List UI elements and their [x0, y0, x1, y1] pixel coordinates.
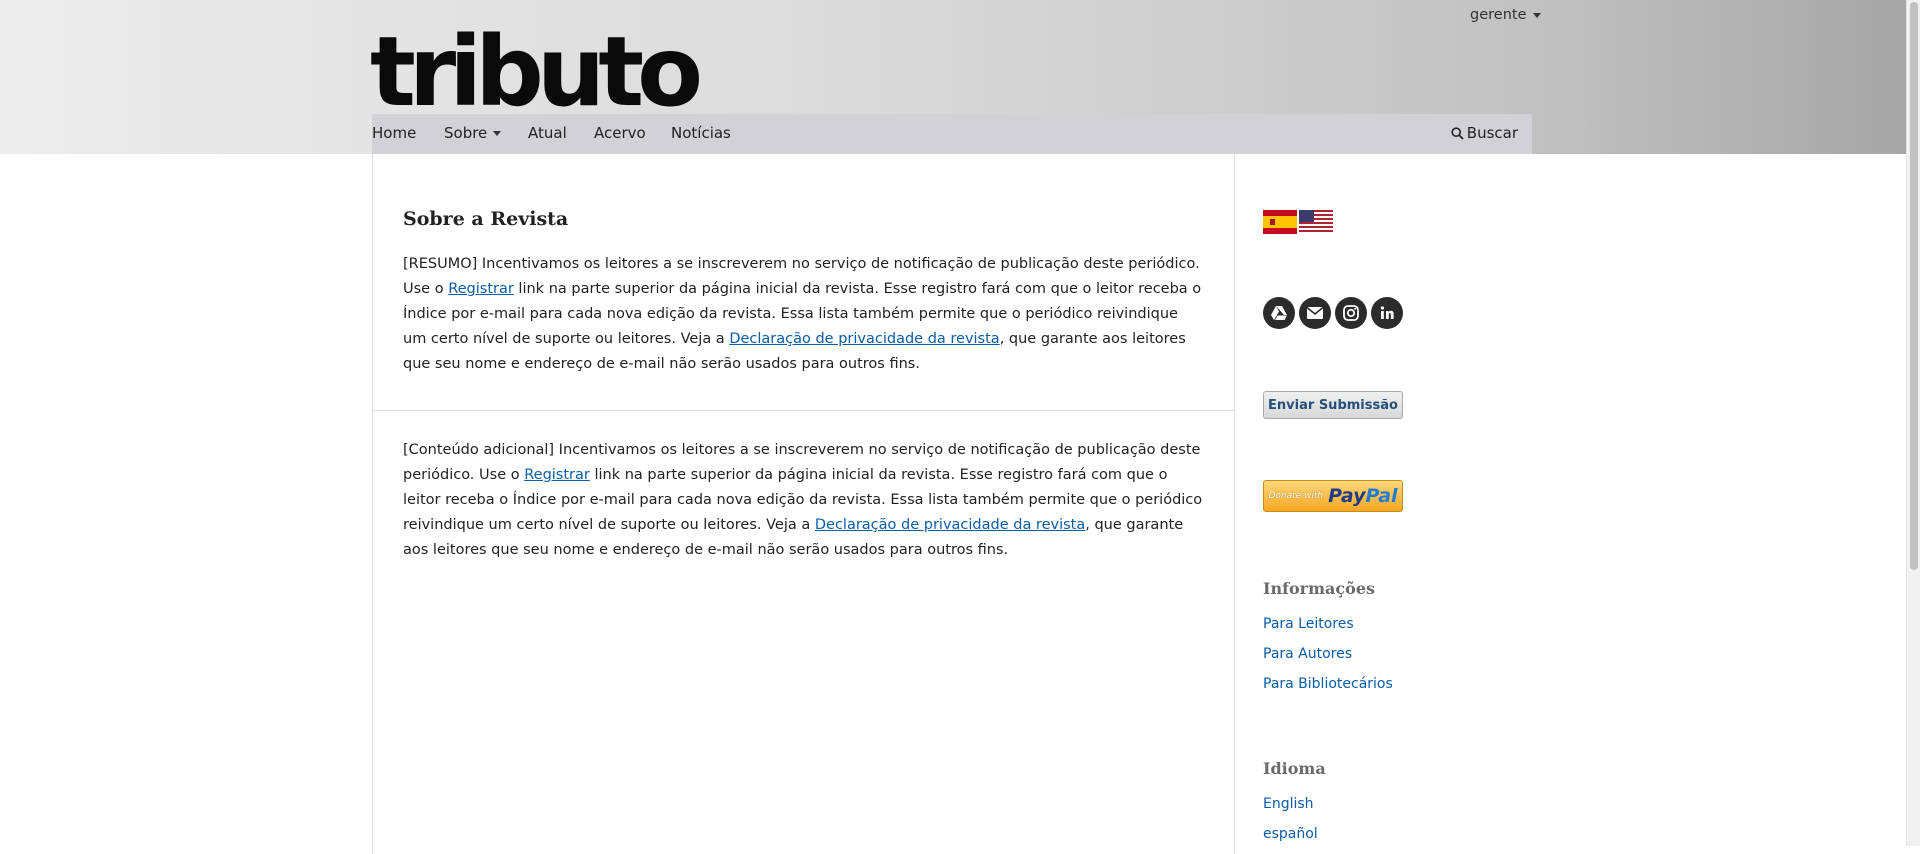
- page-scrollbar[interactable]: [1906, 0, 1920, 846]
- spain-flag-icon[interactable]: [1263, 210, 1297, 234]
- linkedin-icon: [1380, 306, 1394, 319]
- linkedin-button[interactable]: [1371, 297, 1403, 329]
- email-button[interactable]: [1299, 297, 1331, 329]
- sidebar: Enviar Submissão Donate with PayPal Infor…: [1263, 154, 1563, 846]
- nav-sobre-label: Sobre: [444, 124, 488, 142]
- site-logo[interactable]: tributo: [370, 24, 703, 120]
- register-link[interactable]: Registrar: [524, 467, 590, 483]
- search-label: Buscar: [1466, 124, 1518, 142]
- instagram-icon: [1343, 305, 1359, 321]
- section-divider: [373, 410, 1234, 411]
- main-content: Sobre a Revista [RESUMO] Incentivamos os…: [372, 154, 1235, 854]
- nav-home[interactable]: Home: [372, 124, 416, 142]
- paypal-logo: PayPal: [1328, 485, 1398, 507]
- privacy-statement-link[interactable]: Declaração de privacidade da revista: [815, 517, 1085, 533]
- nav-atual[interactable]: Atual: [528, 124, 567, 142]
- info-link-librarians[interactable]: Para Bibliotecários: [1263, 676, 1393, 692]
- user-menu[interactable]: gerente: [1470, 7, 1541, 23]
- privacy-statement-link[interactable]: Declaração de privacidade da revista: [729, 331, 999, 347]
- nav-sobre[interactable]: Sobre: [444, 124, 502, 142]
- google-drive-icon: [1271, 306, 1287, 320]
- summary-paragraph: [RESUMO] Incentivamos os leitores a se i…: [403, 256, 1202, 372]
- social-links: [1263, 297, 1403, 329]
- language-flags: [1263, 210, 1333, 234]
- page-title: Sobre a Revista: [403, 208, 569, 230]
- language-link-espanol[interactable]: español: [1263, 826, 1318, 842]
- scrollbar-thumb[interactable]: [1910, 2, 1918, 570]
- paypal-donate-label: Donate with: [1268, 490, 1324, 501]
- info-link-readers[interactable]: Para Leitores: [1263, 616, 1354, 632]
- nav-noticias[interactable]: Notícias: [671, 124, 731, 142]
- user-menu-label: gerente: [1470, 7, 1527, 23]
- google-drive-button[interactable]: [1263, 297, 1295, 329]
- email-icon: [1306, 306, 1324, 319]
- instagram-button[interactable]: [1335, 297, 1367, 329]
- language-block-title: Idioma: [1263, 759, 1326, 778]
- info-link-authors[interactable]: Para Autores: [1263, 646, 1352, 662]
- search-link[interactable]: Buscar: [1451, 124, 1518, 142]
- usa-flag-icon[interactable]: [1299, 210, 1333, 234]
- chevron-down-icon: [1532, 12, 1541, 18]
- submit-manuscript-button[interactable]: Enviar Submissão: [1263, 391, 1403, 419]
- info-block-title: Informações: [1263, 579, 1375, 598]
- additional-content-paragraph: [Conteúdo adicional] Incentivamos os lei…: [403, 442, 1203, 558]
- nav-acervo[interactable]: Acervo: [594, 124, 646, 142]
- paypal-donate-button[interactable]: Donate with PayPal: [1263, 480, 1403, 512]
- register-link[interactable]: Registrar: [448, 281, 514, 297]
- chevron-down-icon: [493, 131, 502, 136]
- main-navbar: Home Sobre Atual Acervo Notícias Buscar: [372, 114, 1532, 154]
- search-icon: [1451, 127, 1464, 140]
- language-link-english[interactable]: English: [1263, 796, 1314, 812]
